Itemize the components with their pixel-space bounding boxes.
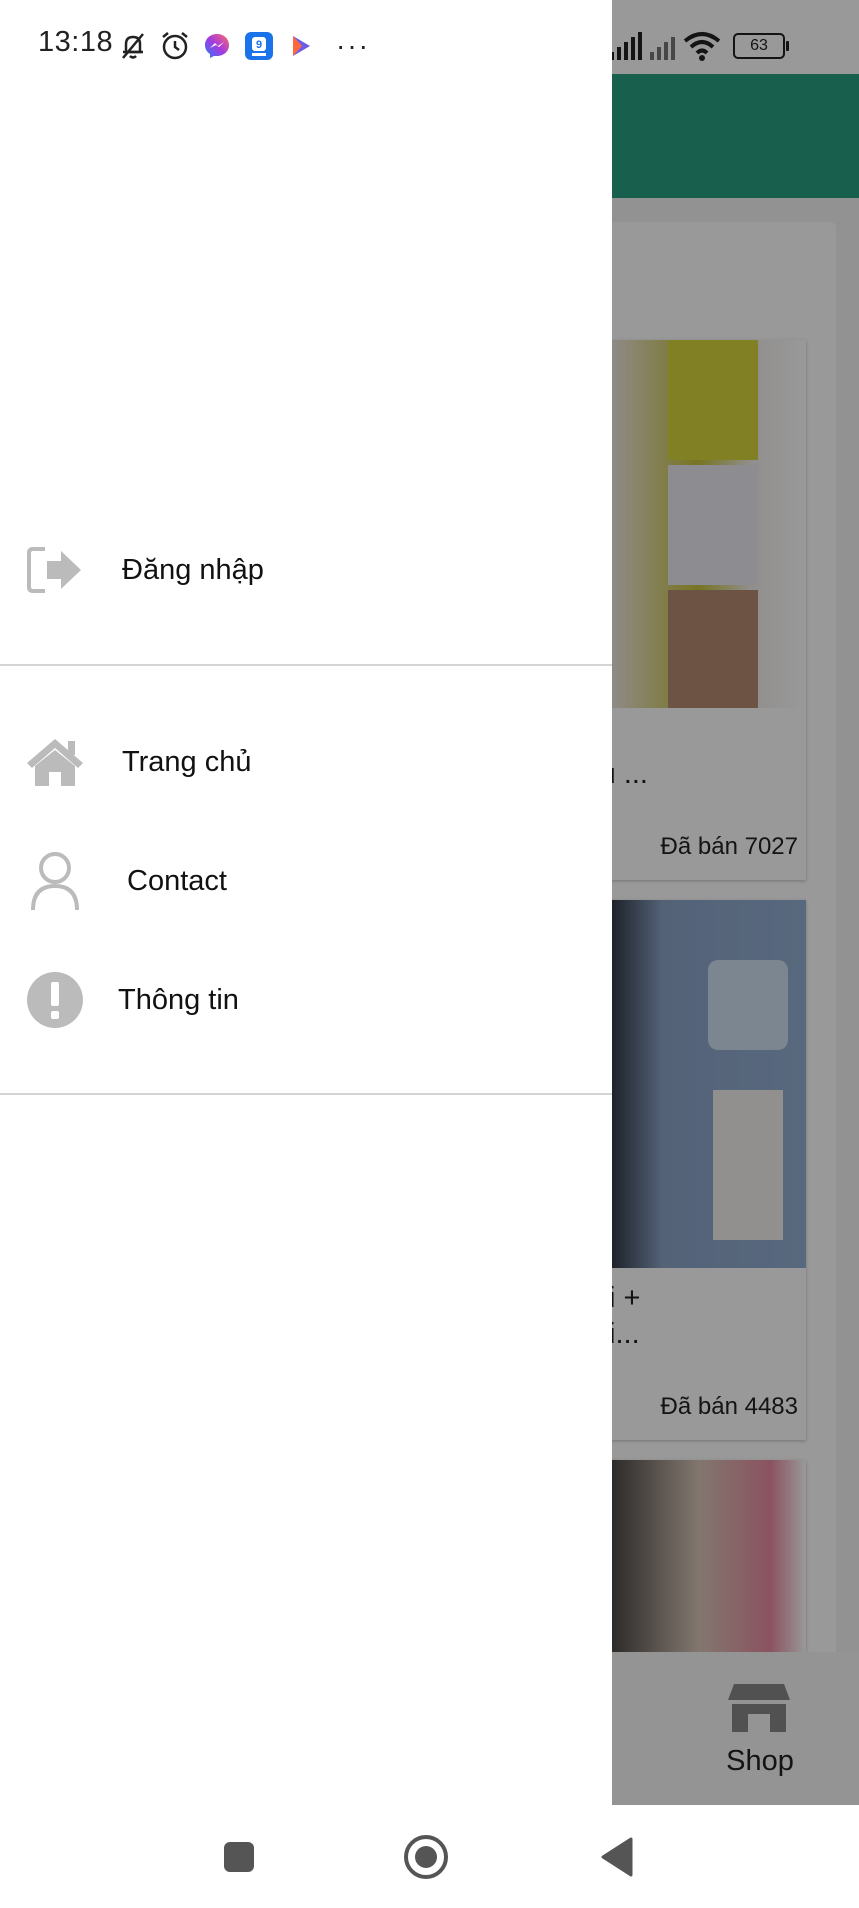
mute-bell-icon: [118, 31, 148, 61]
circle-icon[interactable]: [402, 1833, 450, 1881]
app-badge-icon: 9: [244, 31, 274, 61]
status-icons: 9 ···: [118, 26, 370, 66]
alarm-icon: [160, 31, 190, 61]
divider: [0, 1093, 612, 1095]
login-icon: [24, 539, 86, 601]
login-menu-item[interactable]: Đăng nhập: [0, 530, 612, 610]
messenger-icon: [202, 31, 232, 61]
back-triangle-icon[interactable]: [592, 1833, 640, 1881]
square-icon[interactable]: [215, 1833, 263, 1881]
menu-item-label: Thông tin: [118, 983, 239, 1016]
menu-item-label: Trang chủ: [122, 745, 252, 778]
navigation-drawer: 13:18 9 ··· Đăng nhập Trang chủ Contact …: [0, 0, 612, 1805]
svg-text:9: 9: [256, 39, 262, 51]
menu-item-contact[interactable]: Contact: [0, 841, 612, 921]
divider: [0, 664, 612, 666]
menu-item-home[interactable]: Trang chủ: [0, 722, 612, 802]
home-icon: [24, 731, 86, 793]
more-icon: ···: [336, 30, 370, 61]
menu-item-label: Contact: [127, 864, 227, 897]
system-nav-bar: [0, 1805, 859, 1908]
user-icon: [24, 850, 86, 912]
status-time: 13:18: [38, 26, 114, 58]
play-icon: [286, 31, 316, 61]
login-label: Đăng nhập: [122, 553, 264, 586]
info-icon: [24, 969, 86, 1031]
menu-item-info[interactable]: Thông tin: [0, 960, 612, 1040]
